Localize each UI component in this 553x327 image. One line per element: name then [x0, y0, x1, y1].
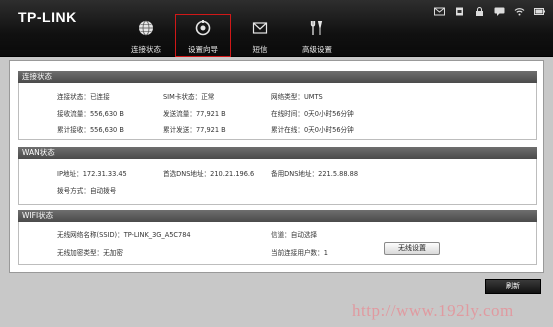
nav-label: 设置向导	[188, 45, 218, 54]
ip-address: IP地址：172.31.33.45	[57, 170, 127, 178]
wifi-section-title: WIFI状态	[18, 210, 537, 222]
recv-flow: 接收流量：556,630 B	[57, 110, 124, 118]
gear-icon	[195, 20, 211, 36]
connection-section-title: 连接状态	[18, 71, 537, 83]
globe-icon	[139, 20, 153, 36]
total-recv: 累计接收：556,630 B	[57, 126, 124, 134]
wireless-settings-button[interactable]: 无线设置	[384, 242, 440, 255]
sim-status: SIM卡状态：正常	[163, 93, 215, 101]
network-type: 网络类型：UMTS	[271, 93, 323, 101]
lock-icon	[474, 7, 485, 16]
secondary-dns: 备用DNS地址：221.5.88.88	[271, 170, 359, 178]
wifi-encryption: 无线加密类型：无加密	[57, 249, 123, 257]
nav-connection-status[interactable]: 连接状态	[118, 14, 174, 57]
wifi-channel: 信道：自动选择	[271, 231, 318, 239]
tp-link-logo: TP-LINK	[18, 9, 77, 25]
primary-dns: 首选DNS地址：210.21.196.6	[163, 170, 255, 178]
envelope-icon	[252, 22, 268, 34]
message-icon	[494, 7, 505, 16]
top-header: TP-LINK 连接状态 设置向导 短信 高级设置	[0, 0, 553, 57]
watermark-text: http://www.192ly.com	[352, 301, 514, 320]
wifi-icon	[514, 7, 525, 16]
wan-section-title: WAN状态	[18, 147, 537, 159]
main-nav: 连接状态 设置向导 短信 高级设置	[118, 14, 345, 57]
tools-icon	[310, 21, 323, 35]
mail-icon	[434, 7, 445, 16]
sim-icon	[454, 7, 465, 16]
online-time: 在线时间：0天0小时56分钟	[271, 110, 354, 118]
nav-sms[interactable]: 短信	[232, 14, 288, 57]
total-send: 累计发送：77,921 B	[163, 126, 226, 134]
wifi-ssid: 无线网络名称(SSID)：TP-LINK_3G_A5C784	[57, 231, 191, 239]
nav-setup-wizard[interactable]: 设置向导	[175, 14, 231, 57]
status-icon-bar	[434, 7, 545, 16]
wan-section	[18, 159, 537, 205]
nav-label: 连接状态	[131, 45, 161, 54]
status-panel: 连接状态 连接状态：已连接 SIM卡状态：正常 网络类型：UMTS 接收流量：5…	[9, 60, 544, 273]
send-flow: 发送流量：77,921 B	[163, 110, 226, 118]
dial-mode: 拨号方式：自动拨号	[57, 187, 117, 195]
conn-status: 连接状态：已连接	[57, 93, 110, 101]
nav-advanced-settings[interactable]: 高级设置	[289, 14, 345, 57]
nav-label: 短信	[252, 45, 268, 54]
refresh-button[interactable]: 刷新	[485, 279, 541, 294]
battery-icon	[534, 7, 545, 16]
connected-users: 当前连接用户数：1	[271, 249, 328, 257]
nav-label: 高级设置	[302, 45, 332, 54]
total-online: 累计在线：0天0小时56分钟	[271, 126, 354, 134]
